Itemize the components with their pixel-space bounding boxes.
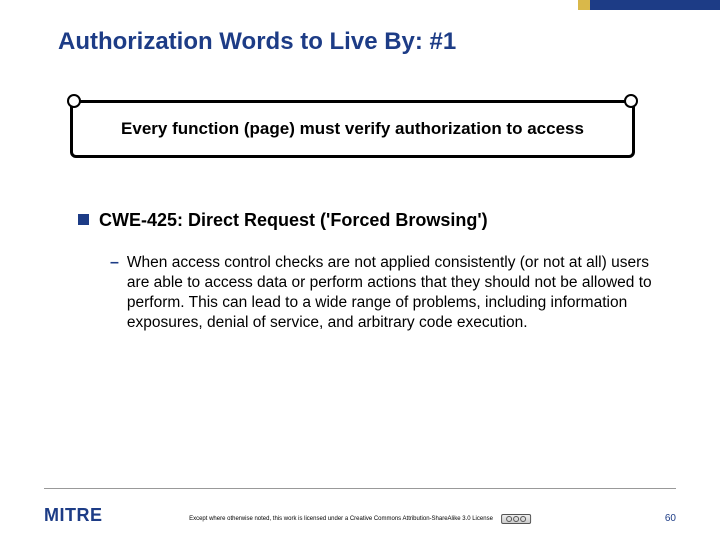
dash-bullet-icon: – [110,253,119,273]
content-area: CWE-425: Direct Request ('Forced Browsin… [78,210,658,333]
footer: MITRE Except where otherwise noted, this… [0,488,720,540]
sub-bullet-text: When access control checks are not appli… [127,253,658,333]
footer-divider [44,488,676,489]
accent-gold [578,0,590,10]
slide-title: Authorization Words to Live By: #1 [58,28,456,56]
banner-text: Every function (page) must verify author… [73,119,632,139]
license-text: Except where otherwise noted, this work … [189,514,531,524]
mitre-logo: MITRE [44,505,103,526]
license-label: Except where otherwise noted, this work … [189,516,493,522]
accent-blue [590,0,720,10]
cc-badge-icon [501,514,531,524]
scroll-curl-icon [624,94,638,108]
sub-bullet-item: – When access control checks are not app… [110,253,658,333]
square-bullet-icon [78,214,89,225]
scroll-curl-icon [67,94,81,108]
scroll-banner: Every function (page) must verify author… [70,100,635,158]
bullet-item: CWE-425: Direct Request ('Forced Browsin… [78,210,658,231]
page-number: 60 [665,513,676,524]
top-accent-bar [578,0,720,10]
bullet-text: CWE-425: Direct Request ('Forced Browsin… [99,210,488,231]
